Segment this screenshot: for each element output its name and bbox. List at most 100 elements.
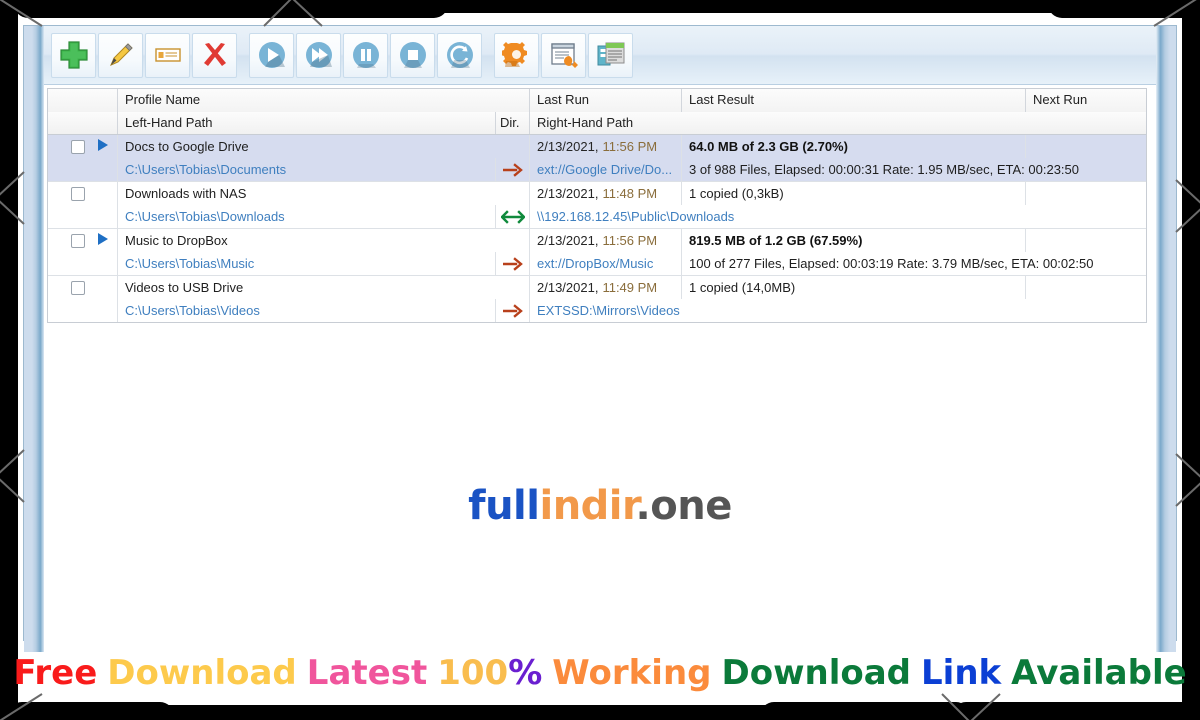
row-checkbox[interactable] <box>71 280 85 295</box>
delete-x-icon <box>200 40 230 70</box>
column-header-next-run[interactable]: Next Run <box>1026 89 1148 112</box>
table-row[interactable]: Downloads with NAS 2/13/2021, 11:48 PM 1… <box>48 182 1146 229</box>
row-last-run-date: 2/13/2021, <box>537 280 599 295</box>
report-button[interactable] <box>588 32 633 78</box>
watermark-logo: fullindir.one <box>44 483 1156 529</box>
banner-word-percent: % <box>508 653 543 693</box>
row-left-path[interactable]: C:\Users\Tobias\Music <box>118 252 496 275</box>
run-all-button[interactable] <box>296 32 341 78</box>
toolbar-group-run <box>248 32 483 78</box>
application-window: Profile Name Last Run Last Result Next R… <box>23 25 1177 653</box>
bezel-pill-bottom-mid <box>760 702 970 720</box>
row-profile-name: Downloads with NAS <box>118 182 530 205</box>
row-last-run: 2/13/2021, 11:56 PM <box>530 135 682 158</box>
right-arrow-icon <box>496 162 529 177</box>
stop-button[interactable] <box>390 32 435 78</box>
row-left-path[interactable]: C:\Users\Tobias\Documents <box>118 158 496 181</box>
column-header-left-hand-path[interactable]: Left-Hand Path <box>118 112 496 134</box>
row-running-play-icon[interactable] <box>97 233 108 248</box>
banner-word-working: Working <box>552 653 712 693</box>
rename-icon <box>153 40 183 70</box>
add-profile-button[interactable] <box>51 32 96 78</box>
row-running-play-icon[interactable] <box>97 139 108 154</box>
watermark-part-one: .one <box>635 483 733 529</box>
grid-header-row-secondary: Left-Hand Path Dir. Right-Hand Path <box>48 112 1146 135</box>
row-last-run-time: 11:56 PM <box>602 233 658 248</box>
row-select-cell[interactable] <box>48 182 118 205</box>
column-header-last-result[interactable]: Last Result <box>682 89 1026 112</box>
row-next-run <box>1026 229 1148 252</box>
right-arrow-icon <box>496 256 529 271</box>
row-right-path[interactable]: \\192.168.12.45\Public\Downloads <box>530 205 1146 228</box>
row-checkbox[interactable] <box>71 139 85 154</box>
banner-word-available: Available <box>1011 653 1187 693</box>
watermark-part-full: full <box>468 483 540 529</box>
edit-profile-button[interactable] <box>98 32 143 78</box>
row-select-cell[interactable] <box>48 229 118 252</box>
play-icon <box>257 40 287 70</box>
column-header-dir[interactable]: Dir. <box>496 112 530 134</box>
row-direction <box>496 252 530 275</box>
table-row-secondary-line: C:\Users\Tobias\Downloads \\192.168.12.4… <box>48 205 1146 228</box>
table-row[interactable]: Docs to Google Drive 2/13/2021, 11:56 PM… <box>48 135 1146 182</box>
row-direction <box>496 205 530 228</box>
profiles-grid-container: Profile Name Last Run Last Result Next R… <box>44 85 1156 652</box>
column-header-right-hand-path[interactable]: Right-Hand Path <box>530 112 1146 134</box>
row-checkbox[interactable] <box>71 186 85 201</box>
table-row[interactable]: Videos to USB Drive 2/13/2021, 11:49 PM … <box>48 276 1146 323</box>
play-all-icon <box>304 40 334 70</box>
banner-word-latest: Latest <box>306 653 428 693</box>
row-last-run: 2/13/2021, 11:49 PM <box>530 276 682 299</box>
row-last-result-main: 1 copied (0,3kB) <box>682 182 1026 205</box>
table-row-primary-line: Docs to Google Drive 2/13/2021, 11:56 PM… <box>48 135 1146 158</box>
bezel-pill-top-right <box>1048 0 1200 18</box>
table-row-primary-line: Downloads with NAS 2/13/2021, 11:48 PM 1… <box>48 182 1146 205</box>
run-button[interactable] <box>249 32 294 78</box>
restore-icon <box>445 40 475 70</box>
column-header-profile-name[interactable]: Profile Name <box>118 89 530 112</box>
row-last-run-time: 11:56 PM <box>602 139 658 154</box>
row-select-cell[interactable] <box>48 135 118 158</box>
row-select-spacer <box>48 158 118 181</box>
window-right-edge <box>1156 26 1176 652</box>
row-select-spacer <box>48 205 118 228</box>
table-row[interactable]: Music to DropBox 2/13/2021, 11:56 PM 819… <box>48 229 1146 276</box>
row-right-path[interactable]: ext://DropBox/Music <box>530 252 682 275</box>
bezel-pill-top-mid <box>228 0 448 18</box>
row-next-run <box>1026 182 1148 205</box>
row-left-path[interactable]: C:\Users\Tobias\Videos <box>118 299 496 322</box>
row-profile-name: Videos to USB Drive <box>118 276 530 299</box>
row-last-result-main: 64.0 MB of 2.3 GB (2.70%) <box>682 135 1026 158</box>
banner-word-download-1: Download <box>107 653 297 693</box>
row-right-path[interactable]: ext://Google Drive/Do... <box>530 158 682 181</box>
settings-button[interactable] <box>494 32 539 78</box>
main-toolbar <box>44 26 1156 85</box>
table-row-secondary-line: C:\Users\Tobias\Videos EXTSSD:\Mirrors\V… <box>48 299 1146 322</box>
delete-profile-button[interactable] <box>192 32 237 78</box>
row-last-run: 2/13/2021, 11:56 PM <box>530 229 682 252</box>
log-button[interactable] <box>541 32 586 78</box>
profiles-grid: Profile Name Last Run Last Result Next R… <box>47 88 1147 323</box>
column-header-checkbox[interactable] <box>48 89 118 112</box>
row-last-run-time: 11:49 PM <box>602 280 658 295</box>
window-left-edge <box>24 26 44 652</box>
pause-button[interactable] <box>343 32 388 78</box>
column-header-last-run[interactable]: Last Run <box>530 89 682 112</box>
table-row-primary-line: Videos to USB Drive 2/13/2021, 11:49 PM … <box>48 276 1146 299</box>
banner-word-link: Link <box>921 653 1002 693</box>
row-profile-name: Music to DropBox <box>118 229 530 252</box>
rename-profile-button[interactable] <box>145 32 190 78</box>
row-checkbox[interactable] <box>71 233 85 248</box>
row-profile-name: Docs to Google Drive <box>118 135 530 158</box>
pause-icon <box>351 40 381 70</box>
row-select-cell[interactable] <box>48 276 118 299</box>
restore-button[interactable] <box>437 32 482 78</box>
table-row-secondary-line: C:\Users\Tobias\Documents ext://Google D… <box>48 158 1146 181</box>
table-row-primary-line: Music to DropBox 2/13/2021, 11:56 PM 819… <box>48 229 1146 252</box>
grid-header-row-primary: Profile Name Last Run Last Result Next R… <box>48 89 1146 112</box>
row-left-path[interactable]: C:\Users\Tobias\Downloads <box>118 205 496 228</box>
plus-icon <box>59 40 89 70</box>
row-last-run-date: 2/13/2021, <box>537 233 599 248</box>
row-right-path[interactable]: EXTSSD:\Mirrors\Videos <box>530 299 1146 322</box>
window-client-area: Profile Name Last Run Last Result Next R… <box>44 26 1156 652</box>
